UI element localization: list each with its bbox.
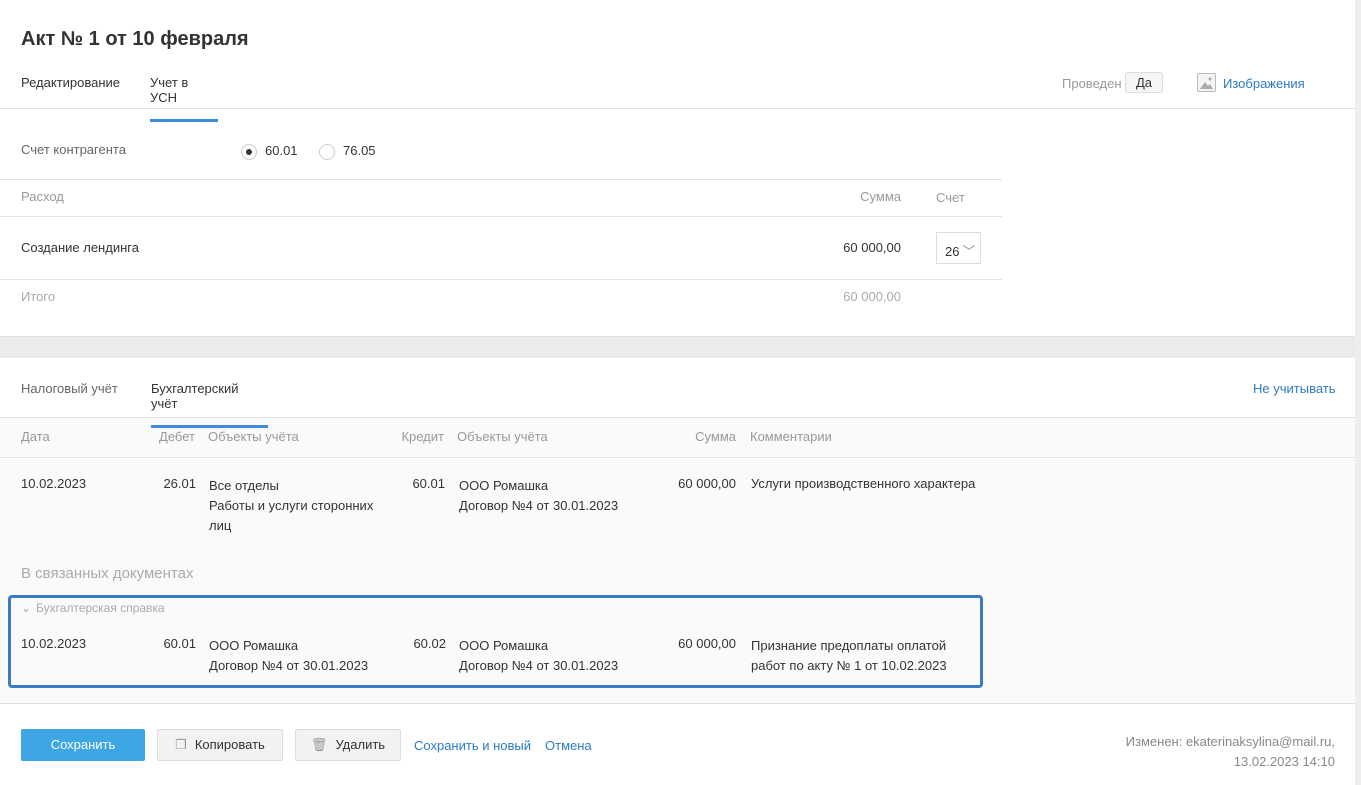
linked-credit-objects: ООО Ромашка Договор №4 от 30.01.2023 — [459, 638, 619, 673]
account-select[interactable]: 26 ﹀ — [936, 232, 981, 264]
entry-credit: 60.01 — [412, 476, 445, 491]
linked-date: 10.02.2023 — [21, 636, 87, 651]
separator — [0, 336, 1355, 358]
entry-debit-objects: Все отделы Работы и услуги сторонних лиц — [209, 478, 374, 533]
col-credit-objects: Объекты учёта — [457, 429, 548, 444]
counterparty-label: Счет контрагента — [21, 142, 126, 157]
linked-credit: 60.02 — [413, 636, 446, 651]
radio-6001[interactable]: 60.01 — [241, 143, 298, 160]
expense-name: Создание лендинга — [21, 240, 139, 255]
col-debit: Дебет — [159, 429, 195, 444]
col-comments: Комментарии — [750, 429, 832, 444]
linked-title: В связанных документах — [21, 565, 194, 582]
image-icon — [1197, 73, 1216, 92]
linked-doc-name: Бухгалтерская справка — [36, 601, 165, 615]
entry-sum: 60 000,00 — [678, 476, 736, 491]
entry-credit-objects: ООО Ромашка Договор №4 от 30.01.2023 — [459, 478, 619, 513]
modified-info: Изменен: ekaterinaksylina@mail.ru, 13.02.… — [1125, 734, 1335, 769]
total-sum: 60 000,00 — [843, 289, 901, 304]
copy-button[interactable]: ❐ Копировать — [157, 729, 283, 761]
ignore-link[interactable]: Не учитывать — [1253, 381, 1336, 396]
expense-sum: 60 000,00 — [843, 240, 901, 255]
status-label: Проведен — [1062, 76, 1122, 91]
col-debit-objects: Объекты учёта — [208, 429, 299, 444]
copy-icon: ❐ — [175, 737, 187, 752]
tab-tax[interactable]: Налоговый учёт — [21, 381, 118, 396]
total-label: Итого — [21, 289, 56, 304]
linked-doc-toggle[interactable]: ⌄ Бухгалтерская справка — [21, 601, 165, 615]
linked-comment: Признание предоплаты оплатой работ по акт… — [751, 638, 947, 673]
linked-debit: 60.01 — [163, 636, 196, 651]
col-expense: Расход — [21, 189, 64, 204]
chevron-down-icon: ⌄ — [21, 601, 32, 615]
radio-label: 60.01 — [265, 143, 298, 158]
entry-debit: 26.01 — [163, 476, 196, 491]
tab-edit[interactable]: Редактирование — [21, 75, 120, 104]
posted-toggle[interactable]: Да — [1125, 72, 1164, 93]
cancel-link[interactable]: Отмена — [545, 738, 592, 753]
col-sum: Сумма — [860, 189, 901, 204]
radio-label: 76.05 — [343, 143, 376, 158]
save-button[interactable]: Сохранить — [21, 729, 145, 761]
scrollbar[interactable] — [1355, 0, 1361, 785]
col-account: Счет — [936, 190, 965, 205]
linked-sum: 60 000,00 — [678, 636, 736, 651]
tab-accounting[interactable]: Бухгалтерский учёт — [151, 381, 268, 428]
col-date: Дата — [21, 429, 50, 444]
col-credit: Кредит — [401, 429, 444, 444]
chevron-down-icon: ﹀ — [962, 244, 976, 259]
linked-debit-objects: ООО Ромашка Договор №4 от 30.01.2023 — [209, 638, 369, 673]
entry-date: 10.02.2023 — [21, 476, 87, 491]
col-sum: Сумма — [695, 429, 736, 444]
page-title: Акт № 1 от 10 февраля — [21, 28, 249, 50]
tab-usn[interactable]: Учет в УСН — [150, 75, 218, 122]
radio-7605[interactable]: 76.05 — [319, 143, 376, 160]
images-link[interactable]: Изображения — [1223, 76, 1305, 91]
account-value: 26 — [945, 244, 960, 259]
delete-button[interactable]: 🗑 Удалить — [295, 729, 401, 761]
entry-comment: Услуги производственного характера — [751, 476, 976, 491]
trash-icon: 🗑 — [310, 737, 328, 752]
save-new-link[interactable]: Сохранить и новый — [414, 738, 531, 753]
